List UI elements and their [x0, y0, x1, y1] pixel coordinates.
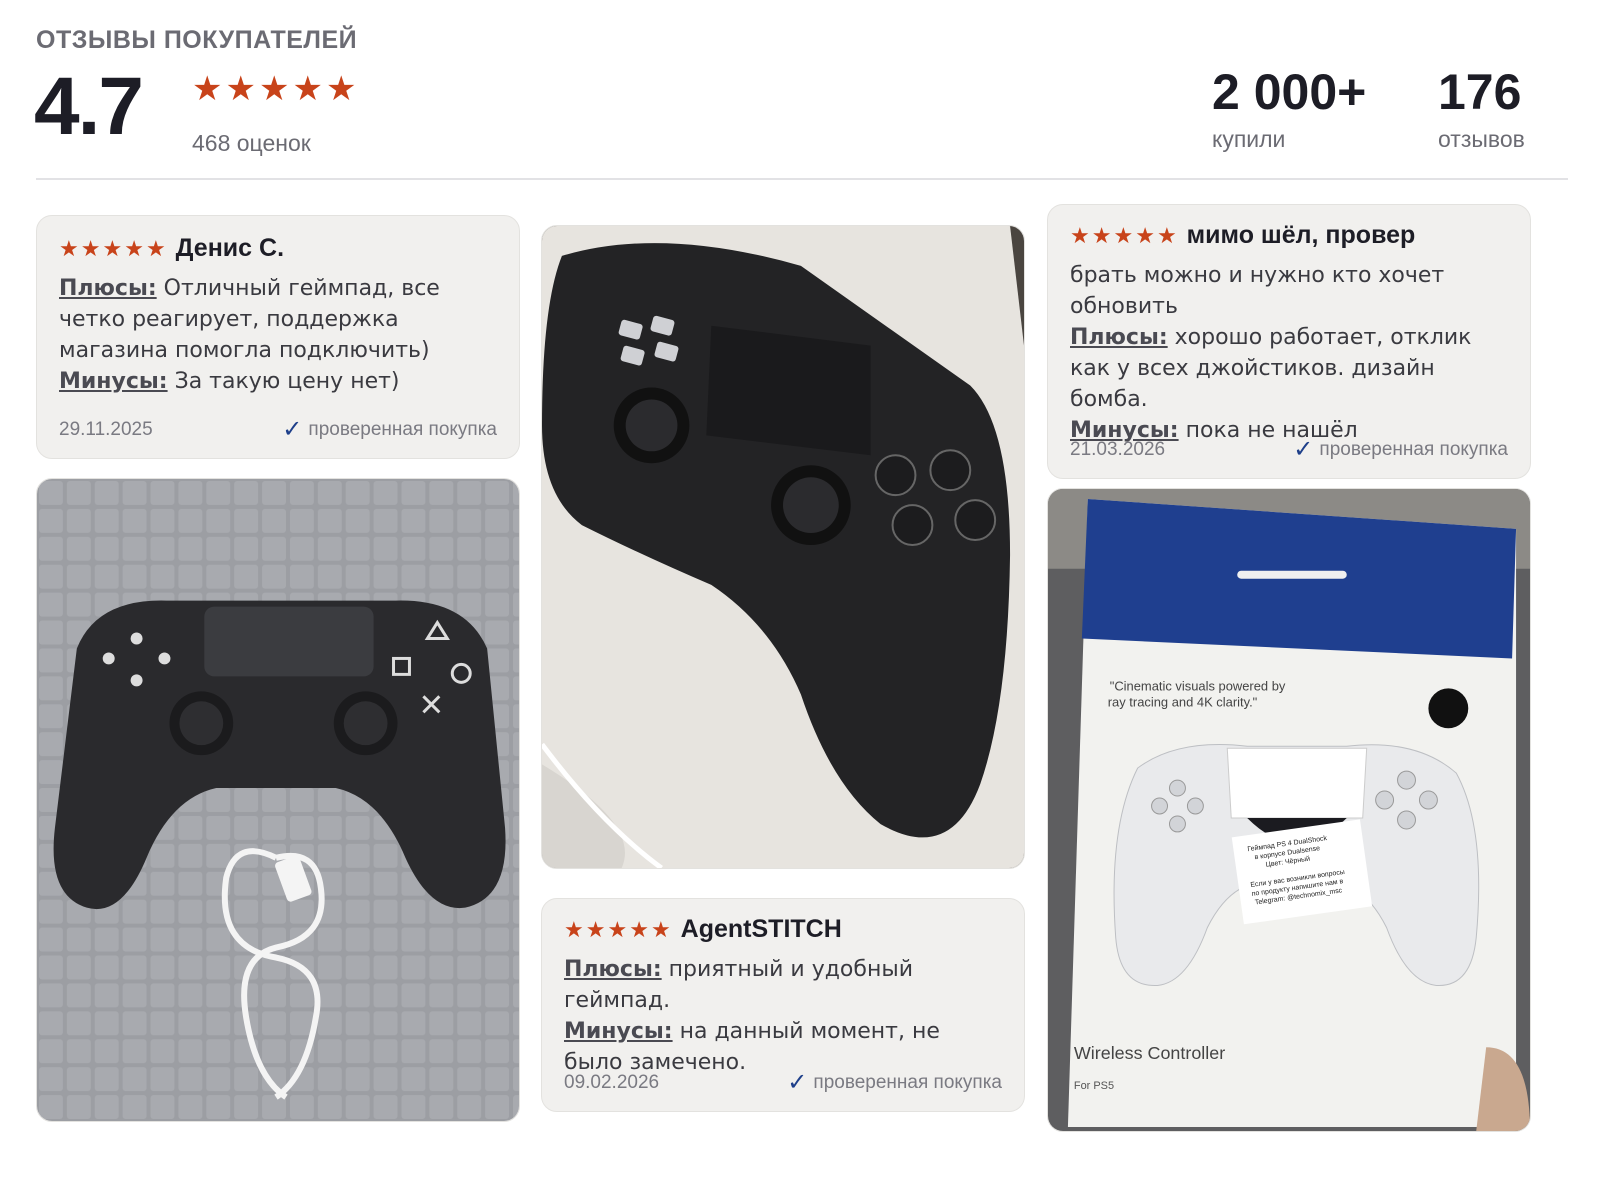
box-subtitle: For PS5 — [1074, 1080, 1114, 1092]
star-icon: ★ — [629, 916, 649, 942]
review-intro: брать можно и нужно кто хочет обновить — [1070, 263, 1445, 319]
review-photo[interactable] — [36, 478, 520, 1122]
verified-label: проверенная покупка — [1319, 438, 1508, 460]
review-stars: ★ ★ ★ ★ ★ — [564, 916, 671, 942]
checkmark-icon: ✓ — [1293, 436, 1314, 463]
review-date: 21.03.2026 — [1070, 438, 1166, 460]
pros-label: Плюсы: — [564, 957, 662, 982]
star-icon: ★ — [1156, 222, 1177, 248]
cons-label: Минусы: — [564, 1019, 673, 1044]
box-quote-2: ray tracing and 4K clarity." — [1108, 694, 1258, 709]
star-icon: ★ — [325, 70, 357, 108]
box-title: Wireless Controller — [1074, 1043, 1225, 1063]
checkmark-icon: ✓ — [282, 416, 303, 443]
checkmark-icon: ✓ — [787, 1069, 808, 1096]
stat-bought: 2 000+ купили — [1212, 62, 1366, 153]
review-photo[interactable] — [541, 225, 1025, 869]
verified-label: проверенная покупка — [813, 1071, 1002, 1093]
controller-photo — [542, 226, 1024, 868]
reviews-count: 176 — [1438, 64, 1522, 120]
review-stars: ★ ★ ★ ★ ★ — [59, 235, 166, 261]
star-icon: ★ — [124, 235, 144, 261]
stat-reviews[interactable]: 176 отзывов — [1438, 62, 1525, 153]
star-icon: ★ — [650, 916, 671, 942]
review-author: AgentSTITCH — [680, 915, 842, 943]
rating-stars: ★ ★ ★ ★ ★ — [192, 72, 356, 106]
star-icon: ★ — [102, 235, 123, 261]
review-date: 09.02.2026 — [564, 1071, 660, 1093]
star-icon: ★ — [1070, 222, 1090, 248]
average-rating: 4.7 — [34, 61, 144, 152]
cons-text: За такую цену нет) — [174, 369, 400, 394]
review-date: 29.11.2025 — [59, 418, 153, 440]
cons-label: Минусы: — [59, 369, 168, 394]
review-text: Плюсы: приятный и удобный геймпад. Минус… — [564, 954, 1002, 1078]
bought-count: 2 000+ — [1212, 64, 1367, 120]
divider — [36, 178, 1568, 180]
pros-label: Плюсы: — [59, 276, 157, 301]
review-author: мимо шёл, провер — [1186, 221, 1416, 249]
ratings-count: 468 оценок — [192, 130, 311, 156]
verified-badge: ✓ проверенная покупка — [282, 415, 497, 444]
verified-badge: ✓ проверенная покупка — [787, 1068, 1002, 1097]
star-icon: ★ — [1135, 222, 1155, 248]
verified-label: проверенная покупка — [308, 418, 497, 440]
star-icon: ★ — [1091, 222, 1112, 248]
controller-photo — [37, 479, 519, 1121]
star-icon: ★ — [564, 916, 584, 942]
star-icon: ★ — [145, 235, 166, 261]
star-icon: ★ — [225, 70, 256, 108]
reviews-label: отзывов — [1438, 126, 1525, 152]
star-icon: ★ — [585, 916, 606, 942]
review-photo[interactable]: "Cinematic visuals powered by ray tracin… — [1047, 488, 1531, 1132]
pros-label: Плюсы: — [1070, 325, 1168, 350]
star-icon: ★ — [292, 70, 323, 108]
review-card[interactable]: ★ ★ ★ ★ ★ Денис С. Плюсы: Отличный геймпад, … — [36, 215, 520, 459]
review-card[interactable]: ★ ★ ★ ★ ★ мимо шёл, провер брать можно и нуж… — [1047, 204, 1531, 479]
star-icon: ★ — [80, 235, 101, 261]
verified-badge: ✓ проверенная покупка — [1293, 435, 1508, 464]
star-icon: ★ — [607, 916, 628, 942]
review-text: брать можно и нужно кто хочет обновить П… — [1070, 260, 1508, 446]
review-stars: ★ ★ ★ ★ ★ — [1070, 222, 1177, 248]
star-icon: ★ — [192, 70, 223, 108]
review-card[interactable]: ★ ★ ★ ★ ★ AgentSTITCH Плюсы: приятный и удоб… — [541, 898, 1025, 1112]
section-title: ОТЗЫВЫ ПОКУПАТЕЛЕЙ — [36, 26, 358, 54]
star-icon: ★ — [59, 235, 79, 261]
review-author: Денис С. — [175, 234, 285, 262]
box-quote-1: "Cinematic visuals powered by — [1110, 678, 1286, 693]
review-text: Плюсы: Отличный геймпад, все четко реаги… — [59, 273, 497, 397]
box-photo: "Cinematic visuals powered by ray tracin… — [1048, 489, 1530, 1131]
star-icon: ★ — [258, 70, 290, 108]
bought-label: купили — [1212, 126, 1286, 152]
star-icon: ★ — [1113, 222, 1134, 248]
